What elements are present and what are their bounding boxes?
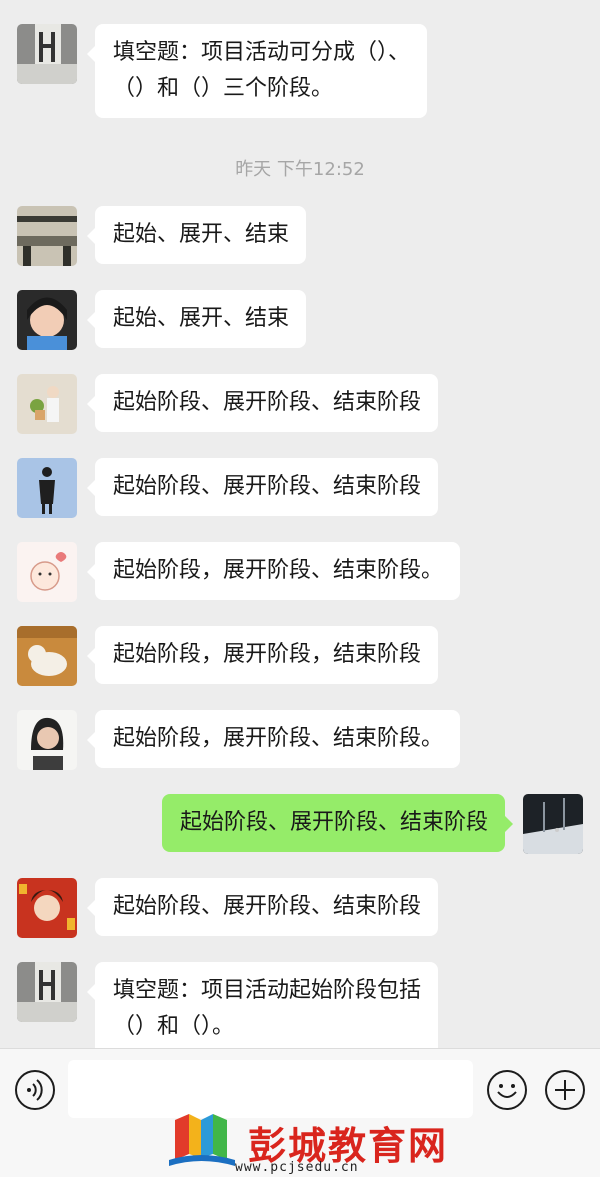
- message-bubble[interactable]: 起始阶段，展开阶段，结束阶段: [86, 626, 439, 684]
- plus-icon[interactable]: [545, 1070, 585, 1110]
- voice-icon[interactable]: [15, 1070, 55, 1110]
- emoji-icon[interactable]: [487, 1070, 527, 1110]
- book-logo-icon: [165, 1110, 240, 1172]
- avatar-snow-scene[interactable]: [523, 794, 583, 854]
- message-bubble[interactable]: 起始、展开、结束: [86, 206, 307, 264]
- avatar-statue[interactable]: [17, 24, 77, 84]
- avatar-statue[interactable]: [17, 962, 77, 1022]
- avatar-illustration-plant[interactable]: [17, 374, 77, 434]
- avatar-cartoon-baby[interactable]: [17, 542, 77, 602]
- avatar-girl[interactable]: [17, 290, 77, 350]
- watermark: 彭城教育网 www.pcjsedu.cn: [0, 1114, 600, 1177]
- chat-area[interactable]: 填空题：项目活动可分成（）、 （）和（）三个阶段。 昨天 下午12:52 起始、…: [0, 0, 600, 1048]
- message-bubble[interactable]: 起始阶段，展开阶段、结束阶段。: [86, 542, 461, 600]
- avatar-illustration-figure[interactable]: [17, 458, 77, 518]
- message-timestamp: 昨天 下午12:52: [235, 159, 365, 180]
- message-bubble[interactable]: 起始阶段、展开阶段、结束阶段: [86, 878, 439, 936]
- avatar-woman[interactable]: [17, 710, 77, 770]
- message-bubble[interactable]: 起始、展开、结束: [86, 290, 307, 348]
- message-bubble[interactable]: 起始阶段、展开阶段、结束阶段: [86, 374, 439, 432]
- message-bubble[interactable]: 填空题：项目活动可分成（）、 （）和（）三个阶段。: [86, 24, 428, 118]
- watermark-url: www.pcjsedu.cn: [235, 1160, 359, 1175]
- message-bubble-outgoing[interactable]: 起始阶段、展开阶段、结束阶段: [161, 794, 514, 852]
- message-bubble[interactable]: 起始阶段，展开阶段、结束阶段。: [86, 710, 461, 768]
- avatar-building[interactable]: [17, 206, 77, 266]
- message-bubble[interactable]: 起始阶段、展开阶段、结束阶段: [86, 458, 439, 516]
- avatar-cat[interactable]: [17, 626, 77, 686]
- message-bubble[interactable]: 填空题：项目活动起始阶段包括 （）和（）。: [86, 962, 439, 1048]
- message-input[interactable]: [68, 1060, 473, 1118]
- avatar-red-art[interactable]: [17, 878, 77, 938]
